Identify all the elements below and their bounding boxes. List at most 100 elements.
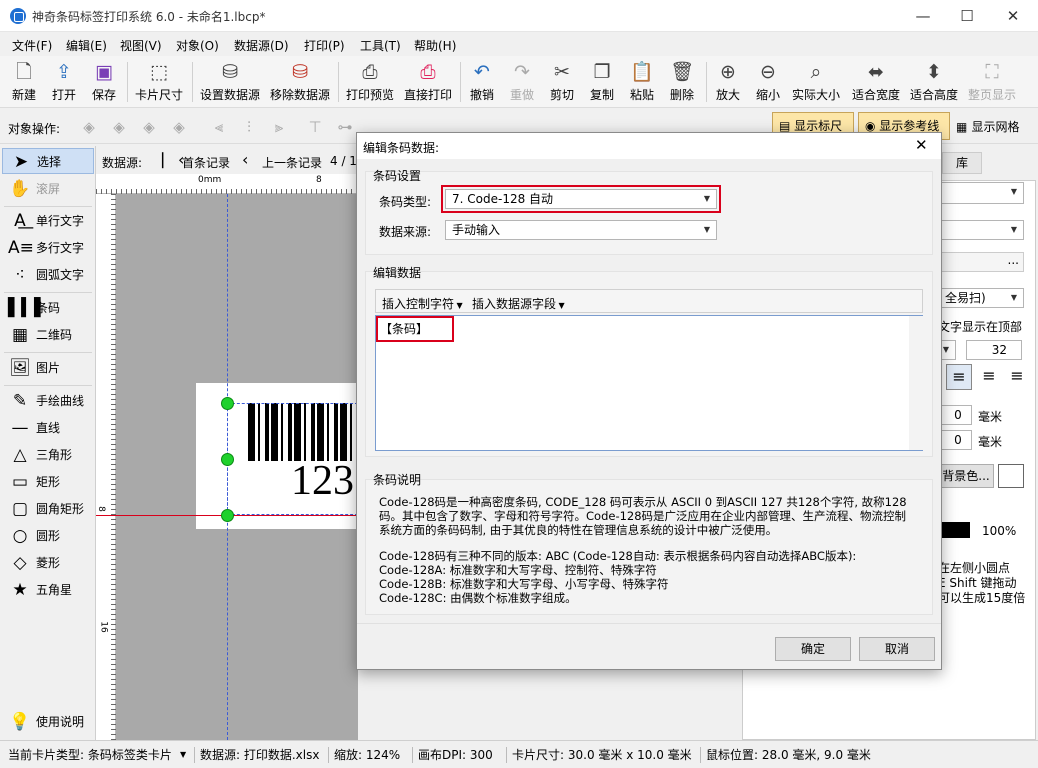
layer-up-icon[interactable]: ◈ — [78, 117, 100, 137]
barcode-type-select[interactable]: 7. Code-128 自动 ▼ — [445, 189, 717, 209]
save-button[interactable]: ▣ 保存 — [86, 58, 122, 106]
panel-ellipsis-button[interactable]: ... — [938, 252, 1024, 272]
cut-button[interactable]: ✂ 剪切 — [546, 58, 578, 106]
scan-mode-select[interactable]: 全易扫) ▼ — [938, 288, 1024, 308]
cancel-button[interactable]: 取消 — [859, 637, 935, 661]
fit-width-button[interactable]: ⬌ 适合宽度 — [850, 58, 902, 106]
tool-qrcode[interactable]: ▦ 二维码 — [2, 322, 94, 348]
magnifier-icon: ⌕ — [810, 61, 822, 83]
unit-label-2: 毫米 — [978, 435, 1003, 449]
value-spinner-2[interactable]: 0 — [938, 430, 972, 450]
tool-freehand[interactable]: ✎ 手绘曲线 — [2, 388, 94, 414]
zoom-in-button[interactable]: ⊕ 放大 — [712, 58, 744, 106]
tool-select[interactable]: ➤ 选择 — [2, 148, 94, 174]
dialog-close-icon[interactable]: ✕ — [915, 136, 928, 154]
ok-button[interactable]: 确定 — [775, 637, 851, 661]
tool-scroll[interactable]: ✋ 滚屏 — [2, 176, 94, 202]
justify-icon[interactable]: ≡ — [1004, 364, 1030, 390]
status-zoom: 缩放: 124% — [334, 748, 401, 762]
panel-combo-2[interactable]: ▼ — [938, 220, 1024, 240]
tool-circle[interactable]: ○ 圆形 — [2, 523, 94, 549]
tool-round-rect[interactable]: ▢ 圆角矩形 — [2, 496, 94, 522]
tool-arc-text[interactable]: ⁖ 圆弧文字 — [2, 262, 94, 288]
maximize-button[interactable]: ☐ — [944, 0, 990, 32]
close-window-button[interactable]: ✕ — [990, 0, 1036, 32]
remove-datasource-button[interactable]: ⛁ 移除数据源 — [268, 58, 332, 106]
resize-handle[interactable] — [221, 509, 234, 522]
align-middle-icon[interactable]: ⊶ — [334, 117, 356, 137]
datasource-label: 数据源: — [102, 156, 143, 170]
menu-help[interactable]: 帮助(H) — [414, 37, 456, 54]
tool-rectangle[interactable]: ▭ 矩形 — [2, 469, 94, 495]
menu-print[interactable]: 打印(P) — [304, 37, 345, 54]
tab-library[interactable]: 库 — [942, 152, 982, 174]
tool-line[interactable]: — 直线 — [2, 415, 94, 441]
layer-bottom-icon[interactable]: ◈ — [168, 117, 190, 137]
align-right-icon[interactable]: ≡ — [976, 364, 1002, 390]
full-page-button[interactable]: ⛶ 整页显示 — [966, 58, 1018, 106]
menu-bar: 文件(F) 编辑(E) 视图(V) 对象(O) 数据源(D) 打印(P) 工具(… — [0, 32, 1038, 56]
open-button[interactable]: ⇪ 打开 — [46, 58, 82, 106]
direct-print-button[interactable]: ⎙ 直接打印 — [402, 58, 454, 106]
window-title: 神奇条码标签打印系统 6.0 - 未命名1.lbcp* — [32, 10, 266, 24]
copy-button[interactable]: ❐ 复制 — [586, 58, 618, 106]
undo-button[interactable]: ↶ 撤销 — [466, 58, 498, 106]
set-datasource-button[interactable]: ⛁ 设置数据源 — [198, 58, 262, 106]
align-right-icon[interactable]: ⫸ — [268, 117, 290, 137]
menu-edit[interactable]: 编辑(E) — [66, 37, 107, 54]
show-grid-toggle[interactable]: ▦ 显示网格 — [956, 118, 1020, 135]
align-center-icon[interactable]: ≡ — [946, 364, 972, 390]
font-size-spinner[interactable]: 32 — [966, 340, 1022, 360]
selection-box — [227, 403, 358, 515]
tool-star[interactable]: ★ 五角星 — [2, 577, 94, 603]
prev-record-button[interactable]: 上一条记录 — [262, 154, 322, 171]
layer-top-icon[interactable]: ◈ — [108, 117, 130, 137]
diamond-icon: ◇ — [13, 553, 27, 573]
layer-down-icon[interactable]: ◈ — [138, 117, 160, 137]
barcode-data-textarea[interactable]: 【条码】 — [375, 315, 923, 451]
tool-triangle[interactable]: △ 三角形 — [2, 442, 94, 468]
menu-file[interactable]: 文件(F) — [12, 37, 52, 54]
bg-color-button[interactable]: 背景色... — [938, 464, 994, 488]
new-button[interactable]: 🗋 新建 — [6, 58, 42, 106]
card-size-button[interactable]: ⬚ 卡片尺寸 — [132, 58, 186, 106]
print-preview-button[interactable]: ⎙ 打印预览 — [344, 58, 396, 106]
align-left-icon[interactable]: ⫷ — [208, 117, 230, 137]
actual-size-button[interactable]: ⌕ 实际大小 — [790, 58, 842, 106]
menu-datasource[interactable]: 数据源(D) — [234, 37, 289, 54]
tool-multi-text[interactable]: A≡ 多行文字 — [2, 235, 94, 261]
align-top-icon[interactable]: ⊤ — [304, 117, 326, 137]
value-spinner-1[interactable]: 0 — [938, 405, 972, 425]
panel-combo-1[interactable]: ▼ — [938, 182, 1024, 204]
tool-single-text[interactable]: A͟ 单行文字 — [2, 208, 94, 234]
line-icon: — — [11, 418, 29, 438]
minimize-button[interactable]: — — [900, 0, 946, 32]
insert-control-char-button[interactable]: 插入控制字符 ▼ — [382, 295, 463, 312]
insert-datasource-field-button[interactable]: 插入数据源字段 ▼ — [472, 295, 565, 312]
menu-view[interactable]: 视图(V) — [120, 37, 162, 54]
resize-handle[interactable] — [221, 453, 234, 466]
align-center-icon[interactable]: ⫶ — [238, 117, 260, 137]
zoom-out-button[interactable]: ⊖ 缩小 — [752, 58, 784, 106]
prev-record-icon[interactable]: ‹ — [242, 150, 248, 169]
tool-diamond[interactable]: ◇ 菱形 — [2, 550, 94, 576]
qrcode-icon: ▦ — [11, 325, 29, 345]
paste-button[interactable]: 📋 粘贴 — [626, 58, 658, 106]
first-record-button[interactable]: 首条记录 — [182, 154, 230, 171]
redo-button[interactable]: ↷ 重做 — [506, 58, 538, 106]
help-button[interactable]: 💡 使用说明 — [2, 709, 94, 735]
opacity-slider[interactable] — [938, 522, 970, 538]
menu-object[interactable]: 对象(O) — [176, 37, 219, 54]
tool-barcode[interactable]: ▌▍▌ 条码 — [2, 295, 94, 321]
text-top-option[interactable]: 文字显示在顶部 — [938, 318, 1022, 335]
textarea-scrollbar[interactable] — [909, 316, 923, 450]
status-mouse-position: 鼠标位置: 28.0 毫米, 9.0 毫米 — [706, 748, 871, 762]
tool-image[interactable]: 🖼 图片 — [2, 355, 94, 381]
bg-color-swatch[interactable] — [998, 464, 1024, 488]
fit-height-button[interactable]: ⬍ 适合高度 — [908, 58, 960, 106]
delete-button[interactable]: 🗑 删除 — [666, 58, 698, 106]
resize-handle[interactable] — [221, 397, 234, 410]
data-source-select[interactable]: 手动输入 ▼ — [445, 220, 717, 240]
menu-tools[interactable]: 工具(T) — [360, 37, 401, 54]
card-type-dropdown-icon[interactable]: ▼ — [180, 750, 186, 759]
